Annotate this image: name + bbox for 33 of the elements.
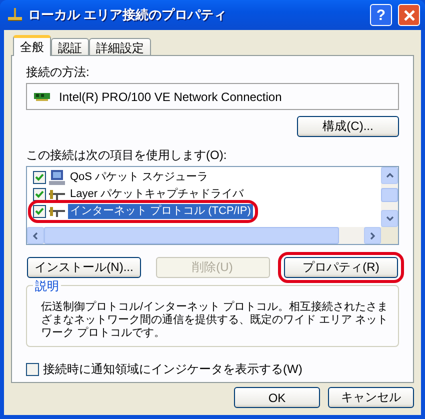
action-button[interactable]: プロパティ(R) (284, 257, 398, 278)
computer-icon (49, 170, 65, 185)
tab[interactable]: 詳細設定 (89, 38, 151, 55)
network-card-icon (34, 92, 50, 102)
help-button[interactable]: ? (370, 4, 392, 26)
configure-button[interactable]: 構成(C)... (297, 116, 399, 137)
group-title: 説明 (33, 278, 61, 295)
list-item[interactable]: Layer パケットキャプチャドライバ (68, 187, 246, 202)
close-icon (402, 8, 416, 22)
vertical-scrollbar[interactable] (381, 167, 398, 227)
description-text: 伝送制御プロトコル/インターネット プロトコル。相互接続されたさまざまなネットワーク間の通信を提供する、既定のワイド エリア ネットワーク プロトコルです。 (41, 301, 390, 340)
checkbox[interactable] (33, 188, 46, 201)
section-label: この接続は次の項目を使用します(O): (26, 148, 228, 163)
network-icon (7, 8, 23, 22)
list-item[interactable]: インターネット プロトコル (TCP/IP) (68, 204, 253, 219)
section-label: 接続の方法: (26, 65, 90, 80)
protocol-icon (49, 206, 65, 216)
dialog-button[interactable]: キャンセル (328, 387, 414, 408)
tab[interactable]: 全般 (13, 35, 51, 56)
checkbox-label[interactable]: 接続時に通知領域にインジケータを表示する(W) (43, 361, 302, 378)
scrollbar-corner (381, 227, 398, 244)
adapter-name: Intel(R) PRO/100 VE Network Connection (59, 90, 282, 104)
tab[interactable]: 認証 (51, 38, 89, 55)
protocol-icon (49, 190, 65, 200)
window-title: ローカル エリア接続のプロパティ (28, 6, 228, 24)
dialog-button[interactable]: OK (234, 387, 320, 408)
checkbox[interactable] (33, 171, 46, 184)
checkbox[interactable] (26, 363, 39, 376)
close-button[interactable] (398, 4, 420, 26)
checkbox[interactable] (33, 205, 46, 218)
list-item[interactable]: QoS パケット スケジューラ (68, 170, 210, 185)
action-button[interactable]: インストール(N)... (27, 257, 141, 278)
horizontal-scrollbar[interactable] (27, 227, 398, 244)
